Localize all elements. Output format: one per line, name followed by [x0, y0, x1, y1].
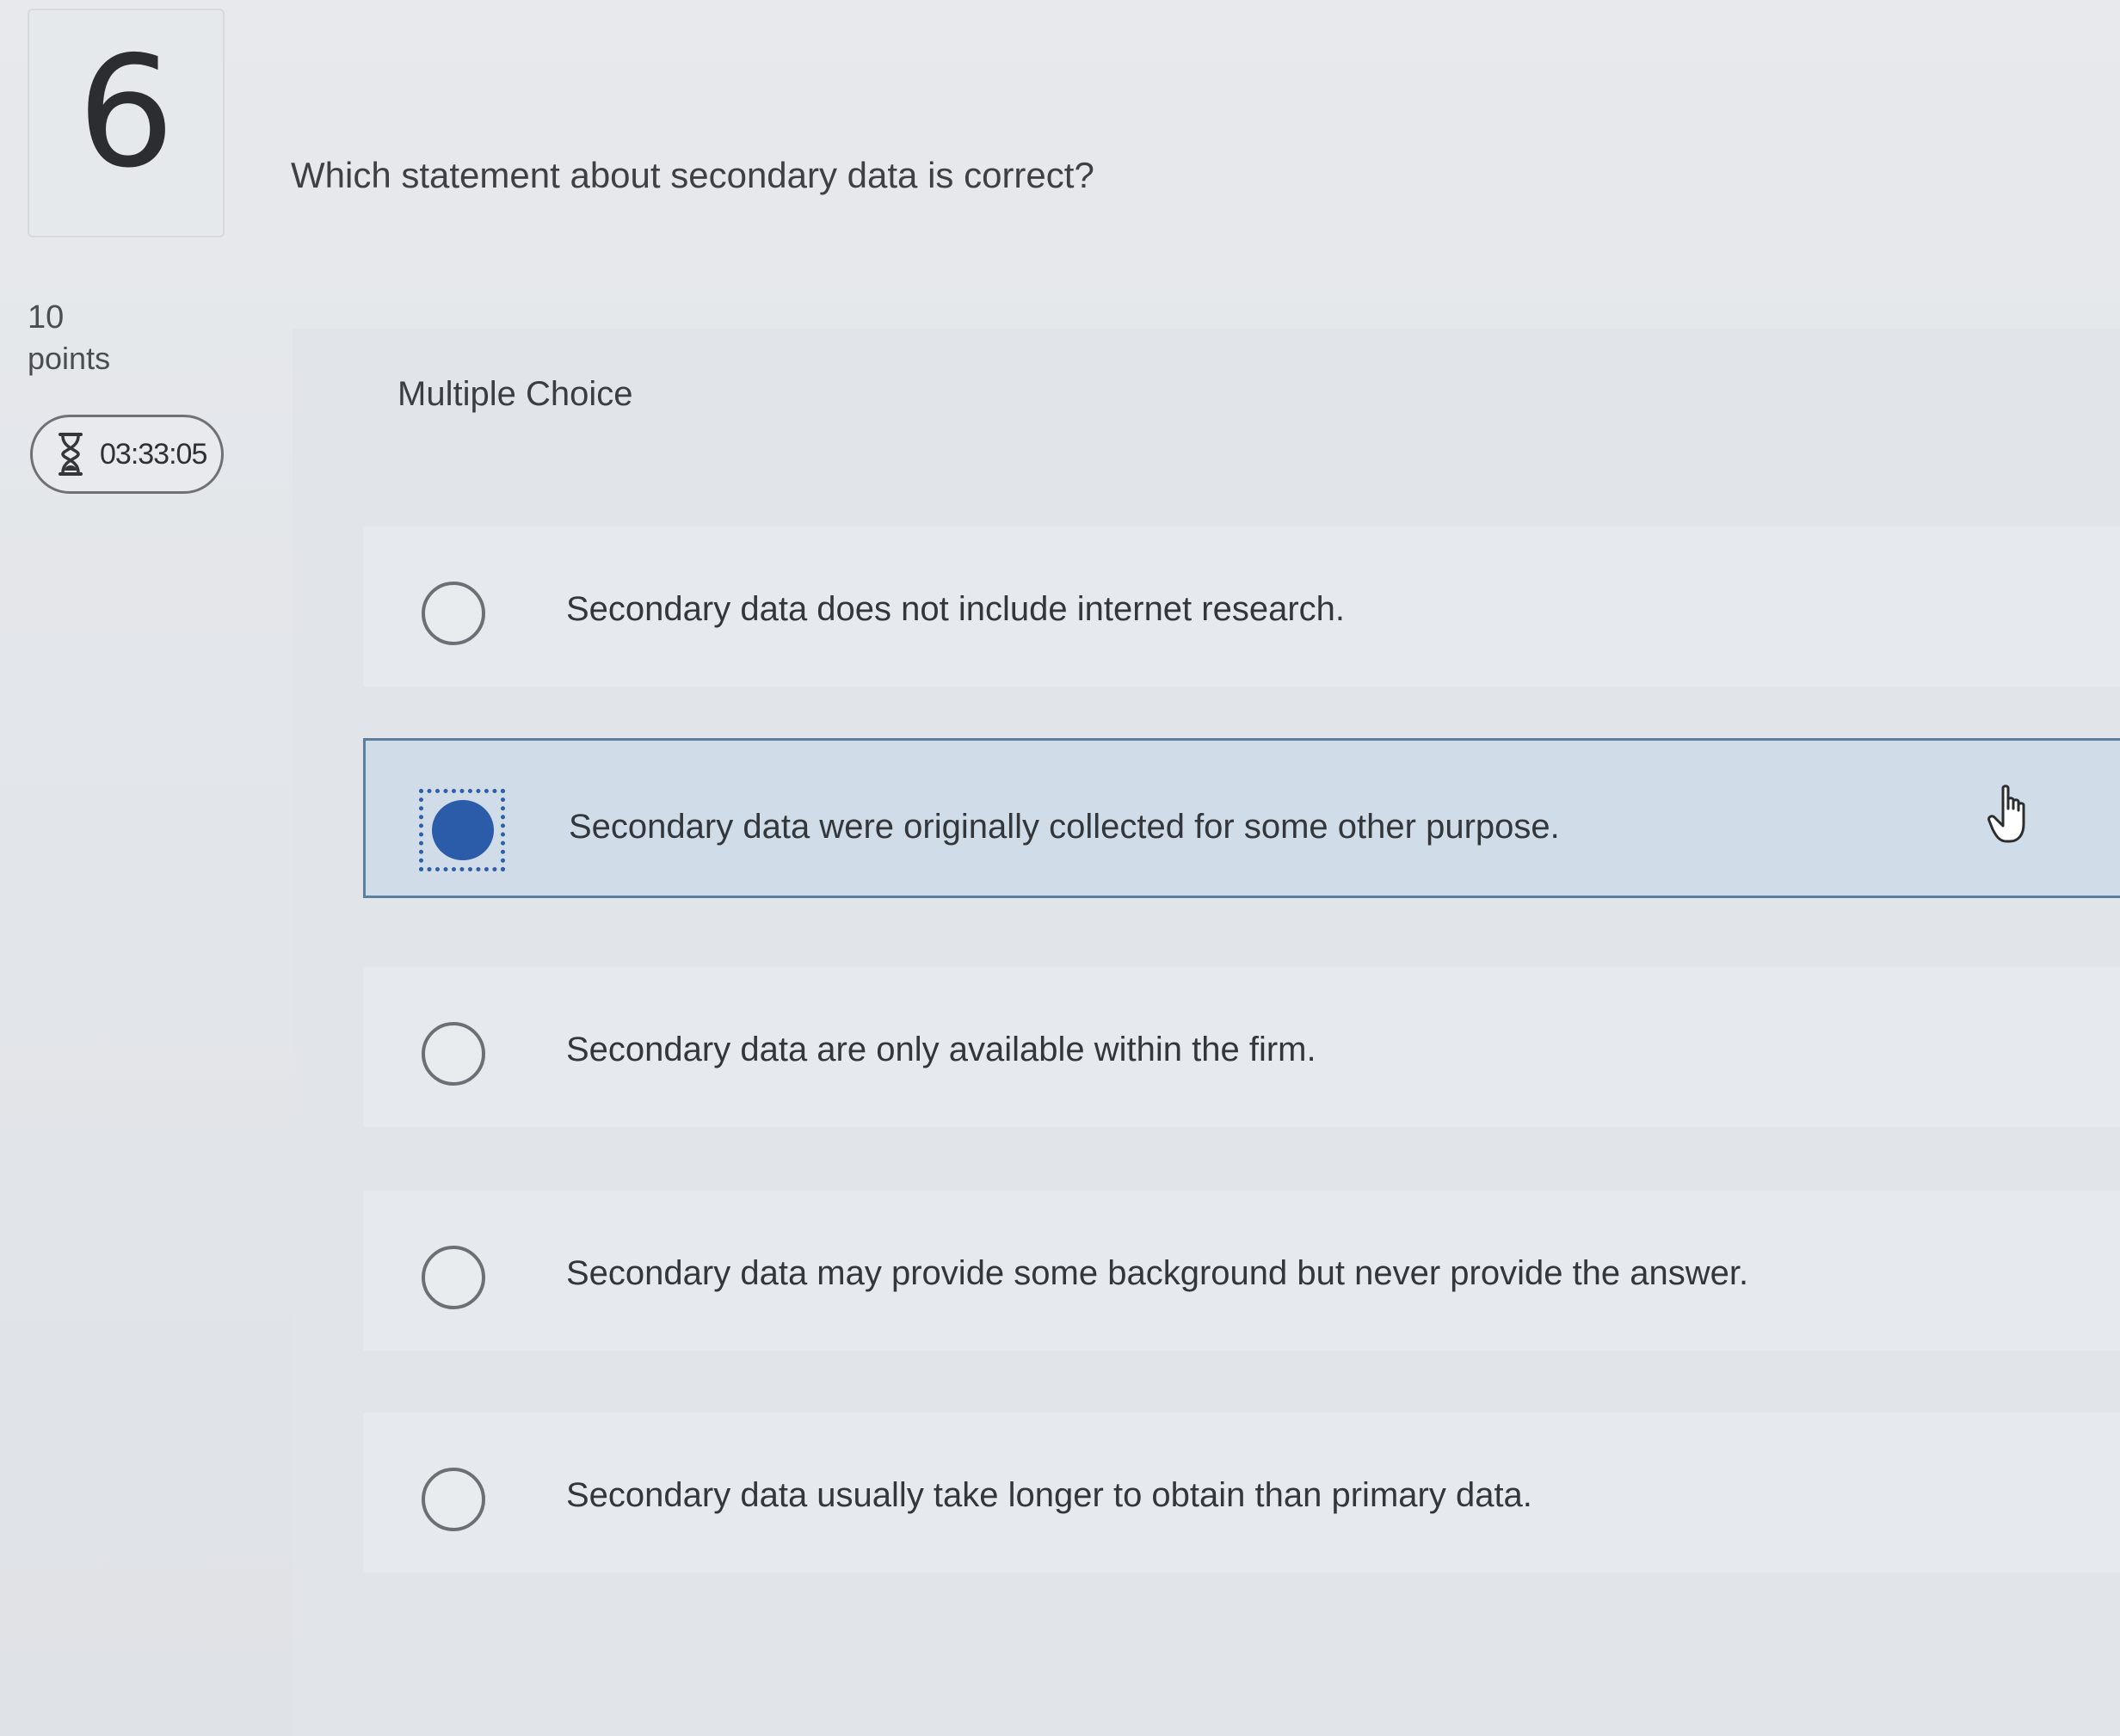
- option-text: Secondary data may provide some backgrou…: [566, 1254, 1749, 1292]
- answer-option-2[interactable]: Secondary data were originally collected…: [363, 738, 2120, 898]
- question-prompt: Which statement about secondary data is …: [291, 155, 1094, 195]
- timer-badge: 03:33:05: [30, 415, 224, 494]
- option-text: Secondary data are only available within…: [566, 1031, 1316, 1068]
- radio-button[interactable]: [422, 582, 485, 645]
- quiz-page: 6 10 points 03:33:05 Which statement abo…: [0, 0, 2120, 1736]
- timer-text: 03:33:05: [100, 437, 207, 471]
- question-number-box: 6: [28, 9, 225, 237]
- option-text: Secondary data usually take longer to ob…: [566, 1476, 1532, 1514]
- points-label: points: [28, 341, 111, 376]
- answer-option-3[interactable]: Secondary data are only available within…: [363, 967, 2120, 1127]
- radio-button[interactable]: [422, 1246, 485, 1309]
- option-text: Secondary data were originally collected…: [569, 808, 1560, 846]
- answer-option-5[interactable]: Secondary data usually take longer to ob…: [363, 1413, 2120, 1573]
- answer-option-4[interactable]: Secondary data may provide some backgrou…: [363, 1191, 2120, 1351]
- radio-button-selected[interactable]: [419, 789, 505, 871]
- radio-button[interactable]: [422, 1022, 485, 1086]
- question-type-label: Multiple Choice: [398, 375, 633, 413]
- hourglass-icon: [59, 433, 83, 476]
- answer-option-1[interactable]: Secondary data does not include internet…: [363, 526, 2120, 686]
- radio-button[interactable]: [422, 1468, 485, 1531]
- hand-pointer-icon: [1988, 785, 2025, 843]
- question-number: 6: [77, 23, 176, 201]
- points-value: 10: [28, 299, 65, 336]
- option-text: Secondary data does not include internet…: [566, 590, 1346, 628]
- radio-selected-dot: [432, 800, 494, 860]
